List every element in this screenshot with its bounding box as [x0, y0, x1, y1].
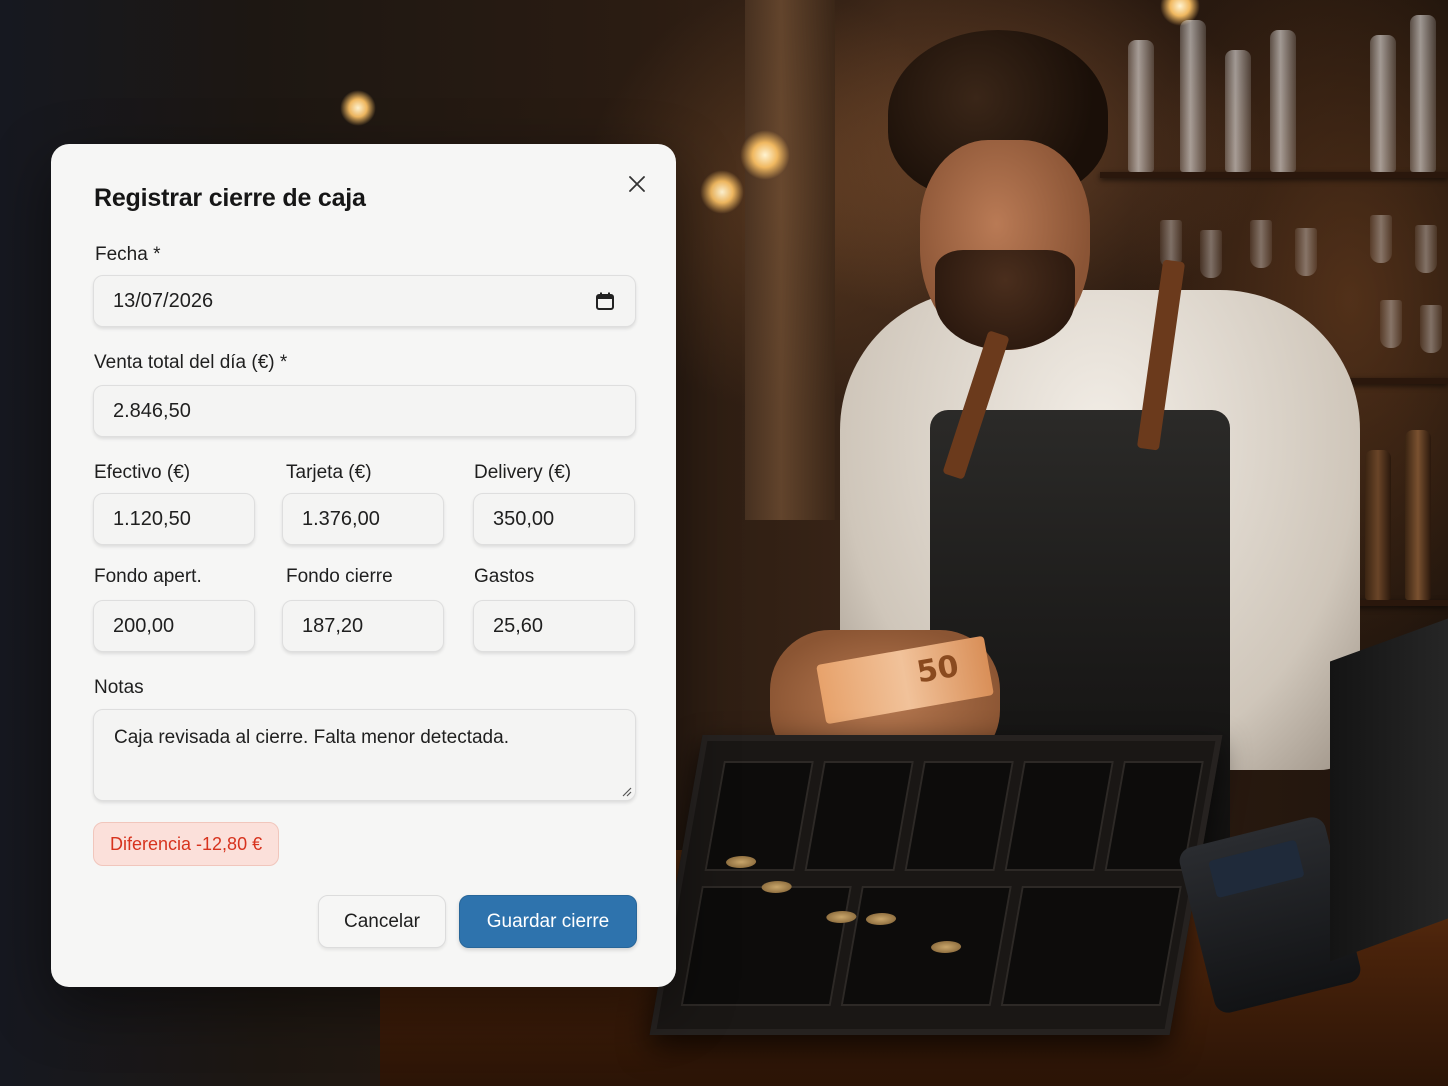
drawer-slot: [680, 886, 852, 1006]
tarjeta-value: 1.376,00: [302, 507, 380, 530]
fecha-value: 13/07/2026: [113, 289, 214, 312]
pos-monitor: [1330, 618, 1448, 962]
delivery-label: Delivery (€): [474, 462, 572, 483]
bottle: [1410, 15, 1436, 172]
notas-textarea[interactable]: Caja revisada al cierre. Falta menor det…: [93, 709, 636, 801]
drawer-slot: [704, 761, 814, 871]
delivery-value: 350,00: [493, 507, 555, 530]
fondo-apert-value: 200,00: [113, 614, 175, 637]
cancel-button[interactable]: Cancelar: [318, 895, 446, 948]
difference-badge: Diferencia -12,80 €: [93, 822, 280, 866]
glass: [1380, 300, 1402, 348]
venta-total-label: Venta total del día (€) *: [94, 352, 288, 373]
delivery-input[interactable]: 350,00: [473, 493, 635, 545]
glass: [1415, 225, 1437, 273]
notas-label: Notas: [94, 677, 144, 698]
efectivo-label: Efectivo (€): [94, 462, 191, 483]
fecha-label: Fecha *: [95, 244, 161, 265]
gastos-label: Gastos: [474, 566, 535, 587]
drawer-slot: [840, 886, 1012, 1006]
fondo-apert-input[interactable]: 200,00: [93, 600, 255, 652]
fondo-cierre-value: 187,20: [302, 614, 364, 637]
pendant-lamp: [700, 170, 744, 214]
venta-total-input[interactable]: 2.846,50: [93, 385, 636, 437]
drawer-slot: [904, 761, 1014, 871]
efectivo-value: 1.120,50: [113, 507, 191, 530]
ceiling-lamp: [340, 90, 376, 126]
drawer-slot: [1000, 886, 1182, 1006]
drawer-slot: [1004, 761, 1114, 871]
glass: [1420, 305, 1442, 353]
efectivo-input[interactable]: 1.120,50: [93, 493, 255, 545]
save-button[interactable]: Guardar cierre: [459, 895, 637, 948]
resize-handle-icon[interactable]: [620, 785, 632, 797]
dialog-title: Registrar cierre de caja: [94, 184, 366, 212]
bartender: 50: [760, 30, 1380, 850]
cash-drawer: [649, 735, 1223, 1035]
fondo-cierre-label: Fondo cierre: [286, 566, 393, 587]
venta-total-value: 2.846,50: [113, 399, 191, 422]
coin: [825, 911, 858, 923]
calendar-icon[interactable]: [595, 291, 615, 311]
close-icon: [629, 176, 645, 192]
drawer-slot: [804, 761, 914, 871]
tarjeta-input[interactable]: 1.376,00: [282, 493, 444, 545]
close-button[interactable]: [623, 170, 651, 198]
fondo-cierre-input[interactable]: 187,20: [282, 600, 444, 652]
notas-value: Caja revisada al cierre. Falta menor det…: [114, 727, 509, 748]
gastos-input[interactable]: 25,60: [473, 600, 635, 652]
gastos-value: 25,60: [493, 614, 544, 637]
cash-closing-dialog: Registrar cierre de caja Fecha * 13/07/2…: [51, 144, 676, 987]
bottle: [1405, 430, 1431, 600]
fondo-apert-label: Fondo apert.: [94, 566, 202, 587]
fecha-input[interactable]: 13/07/2026: [93, 275, 636, 327]
tarjeta-label: Tarjeta (€): [286, 462, 372, 483]
